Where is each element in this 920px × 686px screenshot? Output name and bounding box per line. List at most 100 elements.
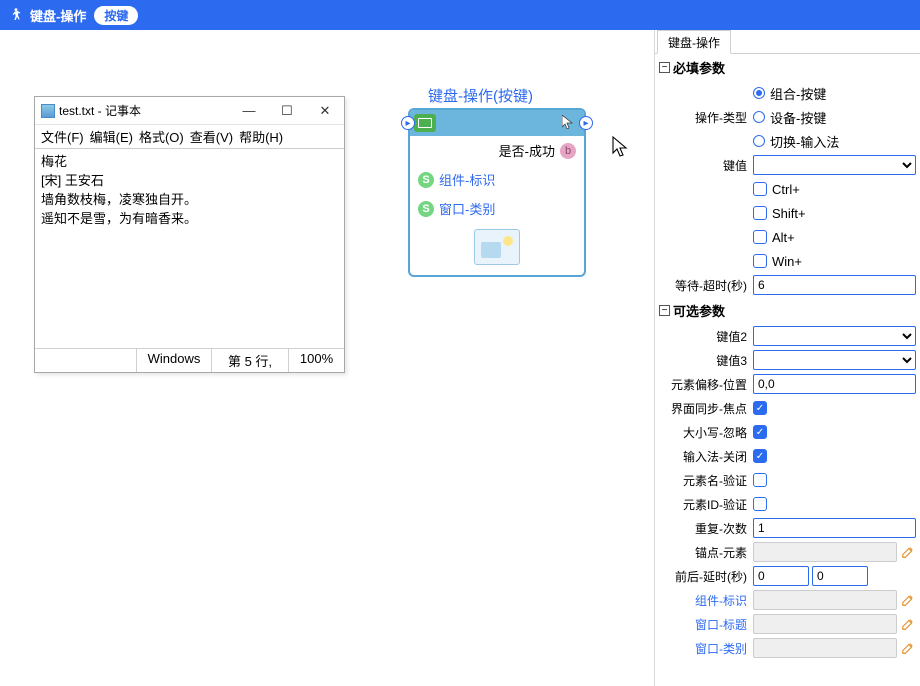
close-button[interactable]: ✕ bbox=[306, 99, 344, 123]
edit-icon[interactable] bbox=[900, 592, 916, 608]
pointer-icon bbox=[562, 115, 574, 129]
status-line: 第 5 行, bbox=[211, 349, 288, 372]
param-label: 元素名-验证 bbox=[659, 472, 753, 489]
notepad-statusbar: Windows 第 5 行, 100% bbox=[35, 348, 344, 372]
radio-label: 设备-按键 bbox=[770, 108, 826, 127]
input-port[interactable]: ▸ bbox=[401, 116, 415, 130]
collapse-icon[interactable]: − bbox=[659, 62, 670, 73]
output-port[interactable]: ▸ bbox=[579, 116, 593, 130]
name-verify-checkbox[interactable] bbox=[753, 473, 767, 487]
keyboard-icon bbox=[414, 114, 436, 132]
bool-badge: b bbox=[560, 143, 576, 159]
param-label: 元素偏移-位置 bbox=[659, 376, 753, 393]
cbx-label: Alt+ bbox=[772, 230, 795, 245]
text-line: [宋] 王安石 bbox=[41, 172, 338, 191]
ime-close-checkbox[interactable] bbox=[753, 449, 767, 463]
radio-combo[interactable] bbox=[753, 87, 765, 99]
workflow-node[interactable]: ▸ ▸ 是否-成功 b S 组件-标识 S 窗口-类别 bbox=[408, 108, 586, 277]
radio-label: 组合-按键 bbox=[770, 84, 826, 103]
node-header[interactable]: ▸ ▸ bbox=[410, 110, 584, 136]
keyvalue-row: 键值 bbox=[655, 153, 920, 177]
menu-file[interactable]: 文件(F) bbox=[41, 127, 84, 146]
edit-icon[interactable] bbox=[900, 616, 916, 632]
header-title: 键盘-操作 bbox=[30, 6, 86, 25]
repeat-input[interactable] bbox=[753, 518, 916, 538]
syncfocus-checkbox[interactable] bbox=[753, 401, 767, 415]
keyvalue3-select[interactable] bbox=[753, 350, 916, 370]
param-label: 大小写-忽略 bbox=[659, 424, 753, 441]
notepad-menubar: 文件(F) 编辑(E) 格式(O) 查看(V) 帮助(H) bbox=[35, 125, 344, 148]
param-label: 重复-次数 bbox=[659, 520, 753, 537]
id-verify-checkbox[interactable] bbox=[753, 497, 767, 511]
radio-ime-row: 切换-输入法 bbox=[655, 129, 920, 153]
mouse-cursor-icon bbox=[612, 136, 630, 158]
ctrl-checkbox[interactable] bbox=[753, 182, 767, 196]
param-label-link[interactable]: 窗口-类别 bbox=[659, 640, 753, 657]
image-placeholder-icon bbox=[474, 229, 520, 265]
radio-switch-ime[interactable] bbox=[753, 135, 765, 147]
wintitle-field[interactable] bbox=[753, 614, 897, 634]
winclass-field[interactable] bbox=[753, 638, 897, 658]
text-line: 遥知不是雪，为有暗香来。 bbox=[41, 210, 338, 229]
offset-input[interactable] bbox=[753, 374, 916, 394]
param-label: 锚点-元素 bbox=[659, 544, 753, 561]
node-title: 键盘-操作(按键) bbox=[428, 85, 533, 106]
string-badge: S bbox=[418, 201, 434, 217]
case-ignore-checkbox[interactable] bbox=[753, 425, 767, 439]
panel-tabs: 键盘-操作 bbox=[655, 30, 920, 54]
panel-tab[interactable]: 键盘-操作 bbox=[657, 30, 731, 54]
keyvalue2-select[interactable] bbox=[753, 326, 916, 346]
menu-edit[interactable]: 编辑(E) bbox=[90, 127, 133, 146]
radio-device[interactable] bbox=[753, 111, 765, 123]
cbx-label: Ctrl+ bbox=[772, 182, 800, 197]
anchor-field[interactable] bbox=[753, 542, 897, 562]
node-image-row bbox=[410, 223, 584, 275]
section-title: 可选参数 bbox=[673, 301, 725, 320]
node-success-label: 是否-成功 bbox=[499, 141, 555, 160]
shift-checkbox[interactable] bbox=[753, 206, 767, 220]
wait-timeout-row: 等待-超时(秒) bbox=[655, 273, 920, 297]
param-label: 元素ID-验证 bbox=[659, 496, 753, 513]
node-success-row: 是否-成功 b bbox=[410, 136, 584, 165]
delay-after-input[interactable] bbox=[812, 566, 868, 586]
notepad-window: test.txt - 记事本 — ☐ ✕ 文件(F) 编辑(E) 格式(O) 查… bbox=[34, 96, 345, 373]
status-os: Windows bbox=[136, 349, 211, 372]
walk-icon bbox=[8, 7, 24, 23]
edit-icon[interactable] bbox=[900, 640, 916, 656]
param-label: 等待-超时(秒) bbox=[659, 277, 753, 294]
canvas-area[interactable]: test.txt - 记事本 — ☐ ✕ 文件(F) 编辑(E) 格式(O) 查… bbox=[0, 30, 654, 686]
edit-icon[interactable] bbox=[900, 544, 916, 560]
text-line: 墙角数枝梅，凌寒独自开。 bbox=[41, 191, 338, 210]
node-compid-label: 组件-标识 bbox=[439, 170, 495, 189]
delay-before-input[interactable] bbox=[753, 566, 809, 586]
top-header: 键盘-操作 按键 bbox=[0, 0, 920, 30]
win-checkbox[interactable] bbox=[753, 254, 767, 268]
collapse-icon[interactable]: − bbox=[659, 305, 670, 316]
param-label: 前后-延时(秒) bbox=[659, 568, 753, 585]
node-compid-row[interactable]: S 组件-标识 bbox=[410, 165, 584, 194]
notepad-titlebar[interactable]: test.txt - 记事本 — ☐ ✕ bbox=[35, 97, 344, 125]
notepad-textarea[interactable]: 梅花 [宋] 王安石 墙角数枝梅，凌寒独自开。 遥知不是雪，为有暗香来。 bbox=[35, 148, 344, 348]
menu-format[interactable]: 格式(O) bbox=[139, 127, 184, 146]
alt-checkbox[interactable] bbox=[753, 230, 767, 244]
optype-label: 操作-类型 bbox=[659, 109, 753, 126]
param-label-link[interactable]: 窗口-标题 bbox=[659, 616, 753, 633]
minimize-button[interactable]: — bbox=[230, 99, 268, 123]
menu-help[interactable]: 帮助(H) bbox=[239, 127, 283, 146]
maximize-button[interactable]: ☐ bbox=[268, 99, 306, 123]
node-winclass-row[interactable]: S 窗口-类别 bbox=[410, 194, 584, 223]
text-line: 梅花 bbox=[41, 153, 338, 172]
param-label: 键值 bbox=[659, 157, 753, 174]
param-label-link[interactable]: 组件-标识 bbox=[659, 592, 753, 609]
compid-field[interactable] bbox=[753, 590, 897, 610]
required-params-header[interactable]: − 必填参数 bbox=[655, 54, 920, 81]
node-winclass-label: 窗口-类别 bbox=[439, 199, 495, 218]
wait-timeout-input[interactable] bbox=[753, 275, 916, 295]
menu-view[interactable]: 查看(V) bbox=[190, 127, 233, 146]
optional-params-header[interactable]: − 可选参数 bbox=[655, 297, 920, 324]
radio-combo-row: 组合-按键 bbox=[655, 81, 920, 105]
param-label: 键值2 bbox=[659, 328, 753, 345]
status-zoom: 100% bbox=[288, 349, 344, 372]
keyvalue-select[interactable] bbox=[753, 155, 916, 175]
properties-panel: 键盘-操作 − 必填参数 组合-按键 操作-类型 设备-按键 切换-输入法 键值… bbox=[654, 30, 920, 686]
